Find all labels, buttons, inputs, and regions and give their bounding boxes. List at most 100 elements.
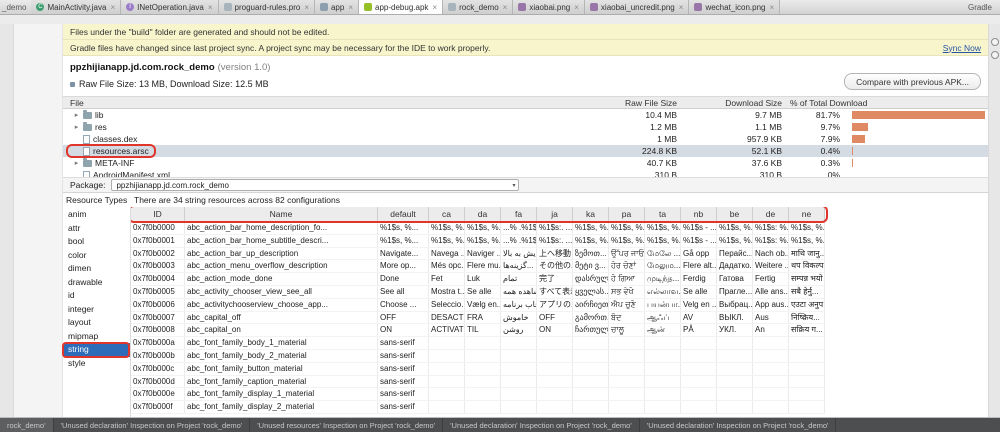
string-column-header-ja[interactable]: ja [537,207,573,221]
string-cell [717,388,753,401]
resource-type-anim[interactable]: anim [63,208,130,222]
toolwindow-icon-2[interactable] [990,51,999,59]
close-icon[interactable]: × [208,3,213,12]
editor-tab-MainActivity.java[interactable]: C MainActivity.java × [31,0,122,14]
package-combobox[interactable]: ppzhijianapp.jd.com.rock_demo ▾ [111,179,520,191]
resource-type-integer[interactable]: integer [63,303,130,317]
string-table-row[interactable]: 0x7f0b000d abc_font_family_caption_materi… [131,375,825,389]
string-table-row[interactable]: 0x7f0b0007abc_capital_offOFFDESACTI...FR… [131,311,825,325]
string-table-row[interactable]: 0x7f0b000f abc_font_family_display_2_mate… [131,401,825,414]
chevron-down-icon[interactable]: ▾ [512,182,515,189]
editor-tab-app-debug.apk[interactable]: app-debug.apk × [359,0,444,14]
status-tab-partial[interactable]: rock_demo' [0,418,54,432]
string-cell: Flere alt... [683,260,717,273]
percent-cell: 7.9% [820,134,840,144]
editor-tab-proguard-rules.pro[interactable]: proguard-rules.pro × [218,0,315,14]
editor-tab-xiaobai.png[interactable]: xiaobai.png × [513,0,585,14]
string-column-header-fa[interactable]: fa [501,207,537,221]
resource-type-dimen[interactable]: dimen [63,262,130,276]
expand-arrow-icon[interactable]: ▸ [73,123,80,131]
string-column-header-da[interactable]: da [465,207,501,221]
percent-bar-cell [848,109,988,121]
string-cell [717,401,753,413]
gradle-toolwindow-button[interactable]: Gradle [962,0,1000,14]
string-table-row[interactable]: 0x7f0b0000 abc_action_bar_home_descriptio… [131,222,825,235]
editor-tab-xiaobai_uncredit.png[interactable]: xiaobai_uncredit.png × [584,0,690,14]
string-cell: მეტი ვ... [573,260,609,273]
string-column-header-de[interactable]: de [753,207,789,221]
image-icon [589,3,598,11]
close-icon[interactable]: × [432,3,437,12]
string-table-row[interactable]: 0x7f0b0002 abc_action_bar_up_description N… [131,247,825,261]
string-cell: 0x7f0b0008 [131,324,185,337]
status-tab-3[interactable]: 'Unused declaration' Inspection on Proje… [443,418,640,432]
resource-type-id[interactable]: id [63,289,130,303]
editor-tab-wechat_icon.png[interactable]: wechat_icon.png × [689,0,781,14]
string-column-header-pa[interactable]: pa [609,207,645,221]
string-table-row[interactable]: 0x7f0b0003 abc_action_menu_overflow_descr… [131,260,825,274]
file-row-lib[interactable]: ▸ lib 10.4 MB 9.7 MB 81.7% [63,109,988,121]
file-row-resources.arsc[interactable]: resources.arsc 224.8 KB 52.1 KB 0.4% [63,144,988,158]
string-cell: Гатова [717,273,753,285]
string-column-header-Name[interactable]: Name [185,207,378,221]
resource-type-mipmap[interactable]: mipmap [63,330,130,344]
string-table-row[interactable]: 0x7f0b0006 abc_activitychooserview_choose… [131,298,825,312]
column-header-download-size[interactable]: Download Size [685,98,790,108]
string-cell: ஆஃப் [645,311,681,324]
file-row-res[interactable]: ▸ res 1.2 MB 1.1 MB 9.7% [63,121,988,133]
resource-type-color[interactable]: color [63,249,130,263]
file-name: res [95,122,107,132]
status-tab-4[interactable]: 'Unused declaration' Inspection on Proje… [640,418,837,432]
string-cell: माथि जानु... [791,247,825,260]
expand-arrow-icon[interactable]: ▸ [73,159,80,167]
string-column-header-nb[interactable]: nb [681,207,717,221]
editor-tab-app[interactable]: app × [314,0,360,14]
resource-type-attr[interactable]: attr [63,222,130,236]
close-icon[interactable]: × [110,3,115,12]
string-table-row[interactable]: 0x7f0b0004 abc_action_mode_done Done Fet Luk… [131,273,825,286]
string-column-header-ca[interactable]: ca [429,207,465,221]
file-name-wrap: classes.dex [70,134,140,144]
editor-tab-rock_demo[interactable]: rock_demo × [443,0,514,14]
editor-tab-INetOperation.java[interactable]: I INetOperation.java × [121,0,219,14]
string-table-row[interactable]: 0x7f0b0008 abc_capital_on ON ACTIVAT TIL روشن… [131,324,825,338]
project-tab-partial-label[interactable]: _demo [0,0,31,14]
expand-arrow-icon[interactable]: ▸ [73,111,80,119]
resource-type-drawable[interactable]: drawable [63,276,130,290]
column-header-file[interactable]: File [63,98,575,108]
string-cell: abc_action_mode_done [185,273,378,285]
close-icon[interactable]: × [348,3,353,12]
resource-type-string[interactable]: string [62,342,130,358]
resource-type-bool[interactable]: bool [63,235,130,249]
file-row-META-INF[interactable]: ▸ META-INF 40.7 KB 37.6 KB 0.3% [63,157,988,169]
file-row-AndroidManifest.xml[interactable]: AndroidManifest.xml 310 B 310 B 0% [63,169,988,177]
close-icon[interactable]: × [304,3,309,12]
string-table-row[interactable]: 0x7f0b000e abc_font_family_display_1_mate… [131,388,825,402]
column-header-percent-of-total-download[interactable]: % of Total Download [790,98,988,108]
compare-apk-button[interactable]: Compare with previous APK... [844,73,981,90]
percent-bar-cell [848,133,988,145]
string-column-header-ID[interactable]: ID [131,207,185,221]
toolwindow-icon-1[interactable] [990,38,999,46]
string-table-row[interactable]: 0x7f0b000b abc_font_family_body_2_materia… [131,349,825,363]
string-table-row[interactable]: 0x7f0b000a abc_font_family_body_1_materia… [131,337,825,350]
resource-type-style[interactable]: style [63,357,130,371]
string-table-row[interactable]: 0x7f0b0005 abc_activity_chooser_view_see_… [131,285,825,299]
close-icon[interactable]: × [574,3,579,12]
string-column-header-default[interactable]: default [378,207,429,221]
string-column-header-ne[interactable]: ne [789,207,825,221]
string-table-row[interactable]: 0x7f0b0001 abc_action_bar_home_subtitle_d… [131,234,825,248]
close-icon[interactable]: × [769,3,774,12]
close-icon[interactable]: × [679,3,684,12]
status-tab-1[interactable]: 'Unused declaration' Inspection on Proje… [54,418,251,432]
resource-type-layout[interactable]: layout [63,316,130,330]
string-column-header-ta[interactable]: ta [645,207,681,221]
close-icon[interactable]: × [503,3,508,12]
file-row-classes.dex[interactable]: classes.dex 1 MB 957.9 KB 7.9% [63,133,988,145]
string-column-header-be[interactable]: be [717,207,753,221]
column-header-raw-file-size[interactable]: Raw File Size [575,98,685,108]
sync-now-link[interactable]: Sync Now [943,43,981,53]
string-column-header-ka[interactable]: ka [573,207,609,221]
string-table-row[interactable]: 0x7f0b000c abc_font_family_button_materia… [131,362,825,376]
status-tab-2[interactable]: 'Unused resources' Inspection on Project… [250,418,444,432]
